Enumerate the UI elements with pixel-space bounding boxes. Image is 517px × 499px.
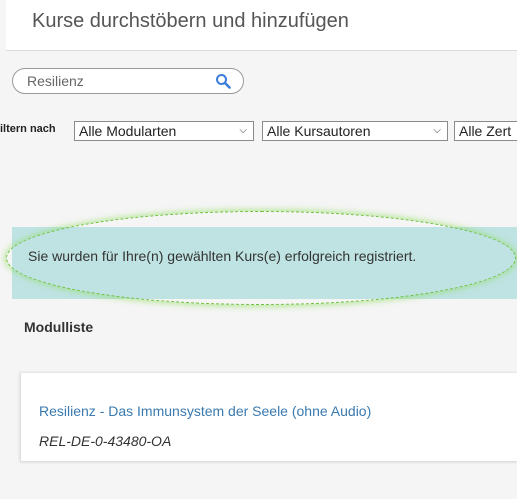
course-author-value: Alle Kursautoren — [267, 123, 371, 139]
search-icon[interactable] — [215, 73, 231, 89]
module-type-select[interactable]: Alle Modularten ⌵ — [74, 121, 254, 141]
certificate-value: Alle Zert — [459, 123, 512, 139]
course-card: Resilienz - Das Immunsystem der Seele (o… — [20, 372, 517, 461]
module-type-value: Alle Modularten — [79, 123, 177, 139]
filter-label: iltern nach — [0, 123, 56, 135]
success-alert: Sie wurden für Ihre(n) gewählten Kurs(e)… — [12, 227, 517, 299]
page-title: Kurse durchstöbern und hinzufügen — [32, 10, 349, 32]
course-code: REL-DE-0-43480-OA — [39, 433, 172, 449]
search-input[interactable] — [27, 71, 207, 91]
chevron-down-icon: ⌵ — [433, 125, 441, 136]
chevron-down-icon: ⌵ — [239, 125, 247, 136]
module-list-title: Modulliste — [24, 319, 94, 335]
course-title-link[interactable]: Resilienz - Das Immunsystem der Seele (o… — [39, 403, 371, 419]
alert-message: Sie wurden für Ihre(n) gewählten Kurs(e)… — [28, 248, 417, 264]
course-author-select[interactable]: Alle Kursautoren ⌵ — [262, 121, 448, 141]
search-box[interactable] — [12, 68, 244, 94]
certificate-select[interactable]: Alle Zert — [454, 121, 517, 141]
page-header: Kurse durchstöbern und hinzufügen — [6, 0, 517, 51]
